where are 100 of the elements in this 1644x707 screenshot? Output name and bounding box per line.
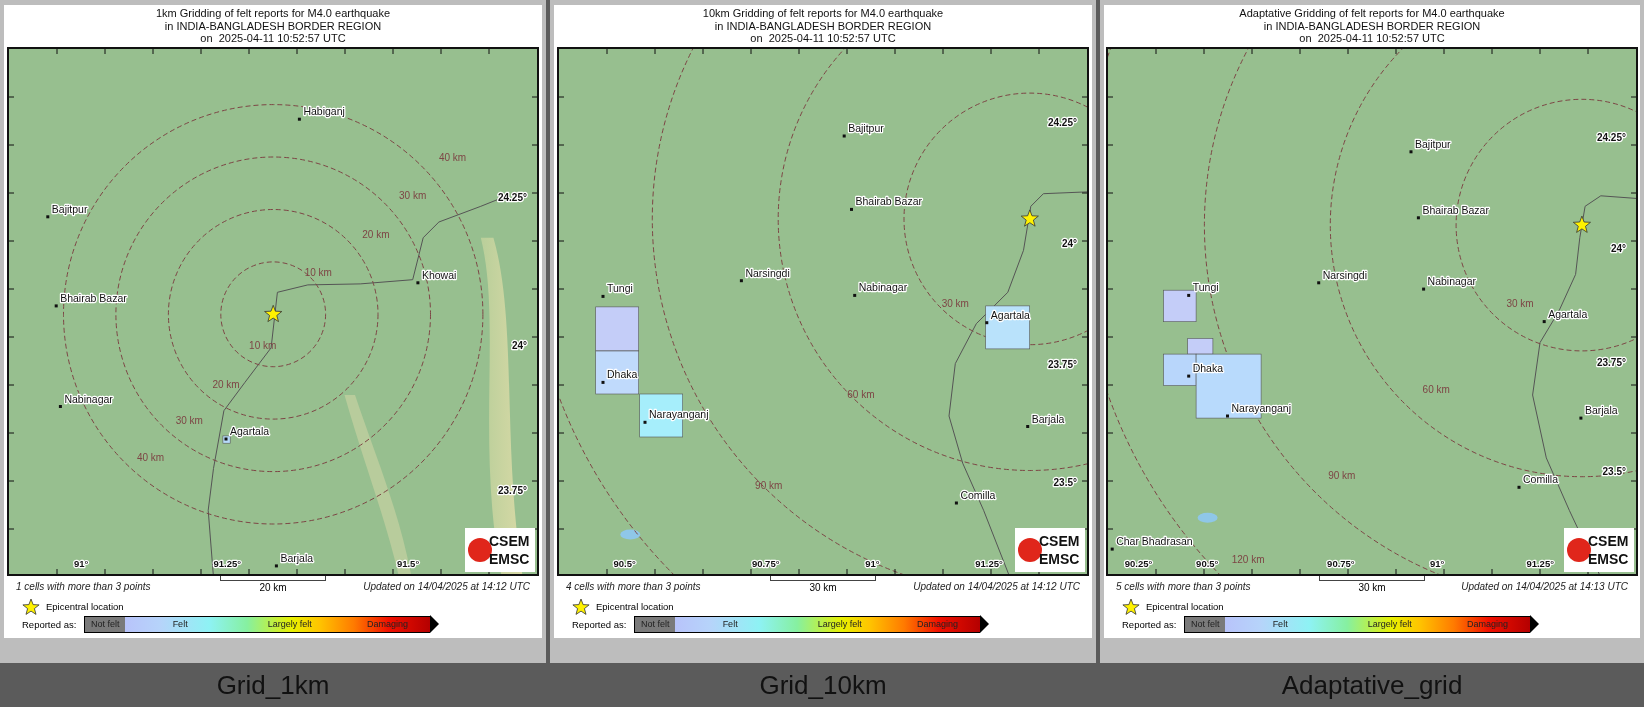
cells-note: 1 cells with more than 3 points — [16, 581, 152, 592]
intensity-level-label: Felt — [171, 619, 189, 629]
longitude-label: 91.25° — [1526, 558, 1554, 569]
place-label: Bajitpur — [1415, 137, 1451, 150]
town-marker — [1317, 281, 1321, 285]
ring-label: 90 km — [1328, 469, 1356, 481]
latitude-label: 23.5° — [1053, 477, 1077, 488]
intensity-level-label: Damaging — [916, 619, 960, 629]
map-title: in INDIA-BANGLADESH BORDER REGION — [1263, 19, 1481, 32]
place-label: Tungi — [607, 282, 633, 295]
updated-note: Updated on 14/04/2025 at 14:12 UTC — [912, 581, 1080, 592]
longitude-label: 91.25° — [975, 558, 1003, 569]
map-title: in INDIA-BANGLADESH BORDER REGION — [714, 19, 932, 32]
place-label: Agartala — [230, 425, 270, 437]
place-label: Char Bhadrasan — [1116, 535, 1193, 548]
latitude-label: 23.5° — [1602, 465, 1626, 477]
town-marker — [1187, 374, 1191, 378]
panel-caption: Grid_1km — [215, 668, 331, 702]
map-title: in INDIA-BANGLADESH BORDER REGION — [164, 19, 382, 32]
lake — [620, 529, 641, 540]
ring-label: 30 km — [1506, 297, 1534, 309]
longitude-label: 91° — [1429, 558, 1445, 569]
latitude-label: 24.25° — [497, 191, 527, 203]
updated-note: Updated on 14/04/2025 at 14:12 UTC — [362, 581, 530, 592]
scale-label: 30 km — [809, 582, 837, 593]
lake — [1197, 512, 1218, 523]
town-marker — [297, 117, 301, 121]
longitude-label: 91° — [74, 558, 89, 569]
longitude-label: 91.25° — [213, 558, 242, 569]
updated-note: Updated on 14/04/2025 at 14:13 UTC — [1460, 581, 1628, 592]
place-label: Narayanganj — [649, 408, 709, 421]
intensity-level-label: Largely felt — [816, 619, 863, 629]
place-label: Nabinagar — [64, 392, 113, 405]
logo-text: EMSC — [1588, 551, 1629, 567]
place-label: Tungi — [1192, 281, 1219, 294]
town-marker — [1110, 547, 1114, 551]
place-label: Barjala — [280, 551, 314, 564]
place-label: Narsingdi — [745, 266, 790, 279]
town-marker — [58, 405, 62, 408]
place-label: Nabinagar — [1427, 275, 1477, 288]
place-label: Bajitpur — [51, 202, 88, 215]
place-label: Barjala — [1031, 412, 1065, 425]
place-label: Bhairab Bazar — [60, 291, 127, 304]
place-label: Nabinagar — [858, 281, 908, 294]
town-marker — [985, 321, 989, 325]
longitude-label: 90.75° — [751, 558, 780, 569]
town-marker — [1579, 416, 1583, 420]
epicenter-star-icon — [1572, 215, 1591, 233]
epicenter-star-icon — [1122, 598, 1140, 615]
intensity-level-label: Not felt — [90, 619, 121, 629]
town-marker — [601, 380, 605, 384]
longitude-label: 90.5° — [1196, 558, 1219, 569]
longitude-label: 90.25° — [1124, 558, 1153, 569]
logo-text: CSEM — [1039, 533, 1080, 549]
place-label: Bhairab Bazar — [855, 195, 923, 208]
place-label: Dhaka — [1192, 362, 1224, 375]
intensity-level-label: Largely felt — [266, 619, 313, 629]
intensity-level-label: Damaging — [1466, 619, 1510, 629]
epicenter-star-icon — [1020, 209, 1039, 227]
latitude-label: 24.25° — [1047, 117, 1077, 129]
town-marker — [46, 215, 50, 219]
ring-label: 40 km — [136, 452, 165, 464]
scale-label: 30 km — [1358, 582, 1386, 593]
epicenter-star-icon — [572, 598, 590, 615]
map-title: on 2025-04-11 10:52:57 UTC — [1299, 32, 1445, 45]
ring-label: 40 km — [438, 152, 467, 164]
ring-label: 90 km — [755, 480, 783, 492]
place-label: Comilla — [1523, 473, 1558, 486]
longitude-label: 90.5° — [613, 558, 636, 569]
place-label: Barjala — [1584, 404, 1618, 417]
town-marker — [1416, 216, 1420, 220]
town-marker — [1422, 287, 1426, 291]
legend-label: Epicentral location — [596, 601, 674, 612]
town-marker — [1226, 414, 1229, 418]
logo-text: CSEM — [489, 533, 530, 549]
ring-label: 30 km — [399, 189, 427, 201]
latitude-label: 24.25° — [1596, 132, 1626, 144]
town-marker — [54, 304, 58, 308]
town-marker — [274, 564, 278, 568]
logo-text: EMSC — [489, 551, 530, 567]
longitude-label: 90.75° — [1327, 558, 1355, 569]
map-title: 10km Gridding of felt reports for M4.0 earthquake — [702, 7, 944, 20]
place-label: Bhairab Bazar — [1422, 203, 1489, 216]
logo-text: CSEM — [1588, 533, 1629, 549]
ring-label: 30 km — [941, 297, 969, 309]
ring-label: 60 km — [847, 389, 875, 401]
place-label: Agartala — [1548, 307, 1588, 320]
intensity-level-label: Largely felt — [1366, 619, 1413, 629]
map-title: on 2025-04-11 10:52:57 UTC — [750, 32, 896, 45]
legend-label: Epicentral location — [46, 601, 124, 612]
legend-label: Reported as: — [22, 618, 77, 630]
intensity-level-label: Felt — [721, 619, 739, 629]
place-label: Agartala — [990, 308, 1030, 321]
legend-label: Reported as: — [572, 618, 627, 630]
latitude-label: 23.75° — [497, 485, 527, 497]
place-label: Comilla — [960, 489, 996, 501]
ring-label: 30 km — [175, 415, 203, 427]
intensity-level-label: Felt — [1271, 619, 1289, 629]
epicenter-star-icon — [264, 304, 283, 322]
place-label: Dhaka — [607, 368, 638, 381]
